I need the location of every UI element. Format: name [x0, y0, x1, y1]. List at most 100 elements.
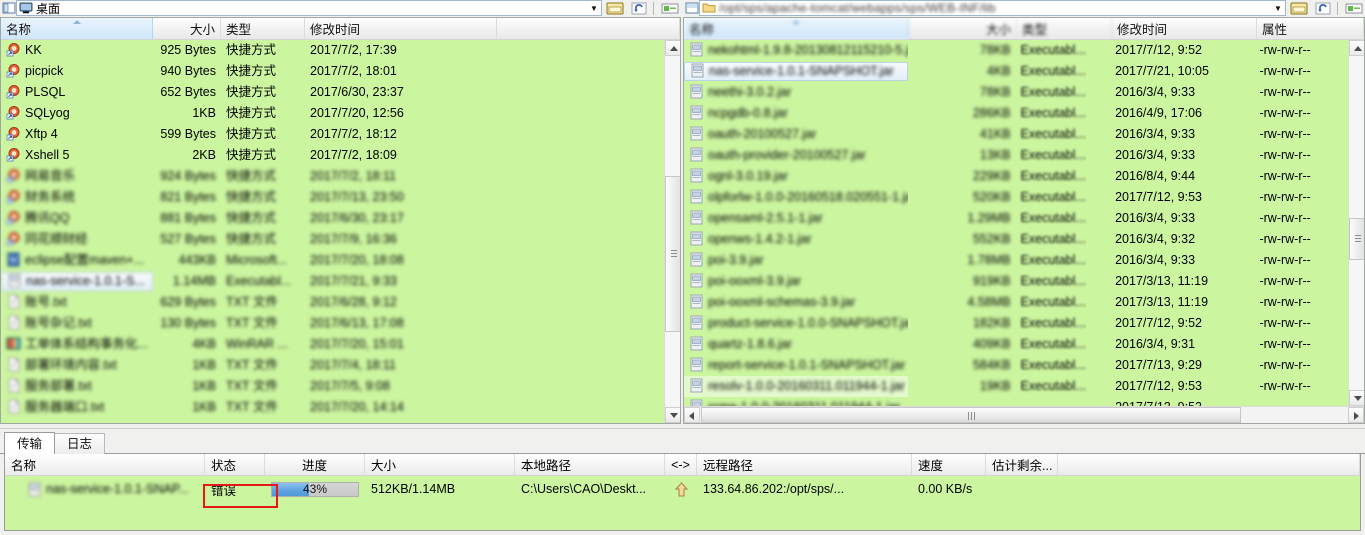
local-file-row[interactable]: Weclipse配置maven+... 443KB Microsoft... 2017… [1, 250, 680, 271]
local-pane-icon [2, 1, 16, 15]
tab-log[interactable]: 日志 [54, 433, 106, 454]
local-file-row[interactable]: 腾讯QQ 881 Bytes 快捷方式 2017/6/30, 23:17 [1, 208, 680, 229]
local-file-name-text: KK [25, 43, 42, 57]
local-rows[interactable]: KK 925 Bytes 快捷方式 2017/7/2, 17:39 picpick 940… [1, 40, 680, 423]
remote-jar-icon [689, 231, 704, 246]
remote-hscroll-left-icon[interactable] [684, 407, 700, 423]
tab-transfer[interactable]: 传输 [4, 432, 56, 454]
local-file-row[interactable]: PLSQL 652 Bytes 快捷方式 2017/6/30, 23:37 [1, 82, 680, 103]
remote-file-row[interactable]: nekohtml-1.9.8-20130812115210-5.jar 78KB E… [684, 40, 1364, 61]
remote-file-name: resolv-1.0.0-20160311.011944-1.jar [684, 376, 908, 397]
remote-file-modified: 2017/3/13, 11:19 [1115, 274, 1209, 288]
remote-col-type[interactable]: 类型 [1017, 18, 1112, 39]
local-file-row[interactable]: 财务系统 821 Bytes 快捷方式 2017/7/13, 23:50 [1, 187, 680, 208]
local-file-row[interactable]: 网易音乐 924 Bytes 快捷方式 2017/7/2, 18:11 [1, 166, 680, 187]
local-file-modified: 2017/7/13, 23:50 [310, 190, 404, 204]
remote-scroll-down-icon[interactable] [1349, 390, 1364, 406]
local-file-list[interactable]: 名称 大小 类型 修改时间 KK 925 Bytes 快捷方式 2017/7/2, 1… [0, 17, 681, 424]
local-file-row[interactable]: 服务部署.txt 1KB TXT 文件 2017/7/5, 9:08 [1, 376, 680, 397]
local-path-dropdown-icon[interactable]: ▼ [587, 4, 601, 13]
remote-col-modified[interactable]: 修改时间 [1112, 18, 1257, 39]
remote-col-name[interactable]: 名称 [684, 18, 909, 39]
local-col-type[interactable]: 类型 [221, 18, 305, 39]
remote-file-name-text: poi-ooxml-3.9.jar [708, 274, 802, 288]
local-new-folder-button[interactable] [659, 1, 681, 16]
remote-file-row[interactable]: neethi-3.0.2.jar 78KB Executabl... 2016/3/4… [684, 82, 1364, 103]
remote-file-row[interactable]: oauth-20100527.jar 41KB Executabl... 2016/3… [684, 124, 1364, 145]
queue-col-progress[interactable]: 进度 [265, 454, 365, 475]
remote-file-row[interactable]: oauth-provider-20100527.jar 13KB Executabl… [684, 145, 1364, 166]
remote-file-row[interactable]: openws-1.4.2-1.jar 552KB Executabl... 2016/… [684, 229, 1364, 250]
remote-refresh-button[interactable] [1312, 1, 1334, 16]
remote-file-row[interactable]: quartz-1.8.6.jar 409KB Executabl... 2016/3/… [684, 334, 1364, 355]
local-vertical-scrollbar[interactable] [664, 40, 680, 423]
remote-col-size[interactable]: 大小 [909, 18, 1017, 39]
remote-file-row[interactable]: poi-ooxml-schemas-3.9.jar 4.58MB Executabl… [684, 292, 1364, 313]
local-file-row[interactable]: SQLyog 1KB 快捷方式 2017/7/20, 12:56 [1, 103, 680, 124]
local-file-row[interactable]: Xshell 5 2KB 快捷方式 2017/7/2, 18:09 [1, 145, 680, 166]
remote-file-row[interactable]: opensaml-2.5.1-1.jar 1.29MB Executabl... 20… [684, 208, 1364, 229]
remote-file-list[interactable]: 名称 大小 类型 修改时间 属性 nekohtml-1.9.8-20130812… [683, 17, 1365, 424]
local-file-row[interactable]: 部署环境内容.txt 1KB TXT 文件 2017/7/4, 18:11 [1, 355, 680, 376]
local-file-row[interactable]: nas-service-1.0.1-S... 1.14MB Executabl...… [1, 271, 680, 292]
local-col-size[interactable]: 大小 [153, 18, 221, 39]
local-scroll-up-icon[interactable] [665, 40, 680, 56]
local-file-name: 账号.txt [1, 292, 153, 313]
remote-file-row[interactable]: product-service-1.0.0-SNAPSHOT.jar 182KB E… [684, 313, 1364, 334]
local-file-row[interactable]: picpick 940 Bytes 快捷方式 2017/7/2, 18:01 [1, 61, 680, 82]
local-file-row[interactable]: Xftp 4 599 Bytes 快捷方式 2017/7/2, 18:12 [1, 124, 680, 145]
local-file-modified: 2017/7/2, 18:11 [310, 169, 396, 183]
remote-vertical-scrollbar[interactable] [1348, 40, 1364, 406]
remote-new-folder-button[interactable] [1343, 1, 1365, 16]
queue-col-speed[interactable]: 速度 [912, 454, 986, 475]
transfer-direction [665, 481, 697, 497]
local-col-modified[interactable]: 修改时间 [305, 18, 497, 39]
remote-file-row[interactable]: rome-1.0.0-20160311.011944-1.jar 2017/7/1… [684, 397, 1364, 406]
remote-horizontal-scrollbar[interactable] [684, 406, 1364, 423]
local-file-row[interactable]: 工单体系结构事务化... 4KB WinRAR ... 2017/7/20, 15:0… [1, 334, 680, 355]
remote-file-row[interactable]: nas-service-1.0.1-SNAPSHOT.jar 4KB Executa… [684, 61, 1364, 82]
local-file-name-text: SQLyog [25, 106, 70, 120]
remote-open-folder-button[interactable] [1288, 1, 1310, 16]
remote-file-row[interactable]: poi-3.9.jar 1.78MB Executabl... 2016/3/4, 9… [684, 250, 1364, 271]
queue-col-local[interactable]: 本地路径 [515, 454, 665, 475]
remote-file-row[interactable]: poi-ooxml-3.9.jar 919KB Executabl... 2017/3… [684, 271, 1364, 292]
remote-file-row[interactable]: olpforlw-1.0.0-20160518.020551-1.jar 520K… [684, 187, 1364, 208]
local-address-bar: 桌面 ▼ [0, 0, 681, 16]
remote-hscroll-right-icon[interactable] [1348, 407, 1364, 423]
remote-col-attrs[interactable]: 属性 [1257, 18, 1364, 39]
remote-path-combobox[interactable]: /opt/sps/apache-tomcat/webapps/sps/WEB-I… [699, 0, 1286, 16]
local-refresh-button[interactable] [628, 1, 650, 16]
local-file-row[interactable]: 账号.txt 629 Bytes TXT 文件 2017/6/28, 9:12 [1, 292, 680, 313]
remote-file-row[interactable]: resolv-1.0.0-20160311.011944-1.jar 19KB Ex… [684, 376, 1364, 397]
local-file-row[interactable]: 账号杂记.txt 130 Bytes TXT 文件 2017/6/13, 17:08 [1, 313, 680, 334]
local-file-row[interactable]: 服务器端口.txt 1KB TXT 文件 2017/7/20, 14:14 [1, 397, 680, 418]
remote-scroll-thumb[interactable] [1349, 218, 1364, 260]
local-file-row[interactable]: 同花顺财经 527 Bytes 快捷方式 2017/7/9, 16:36 [1, 229, 680, 250]
local-col-name[interactable]: 名称 [1, 18, 153, 39]
remote-rows[interactable]: nekohtml-1.9.8-20130812115210-5.jar 78KB E… [684, 40, 1364, 406]
local-path-combobox[interactable]: 桌面 ▼ [16, 0, 602, 16]
remote-path-dropdown-icon[interactable]: ▼ [1271, 4, 1285, 13]
remote-file-name-text: product-service-1.0.0-SNAPSHOT.jar [708, 316, 908, 330]
queue-col-size[interactable]: 大小 [365, 454, 515, 475]
remote-scroll-up-icon[interactable] [1349, 40, 1364, 56]
local-open-folder-button[interactable] [604, 1, 626, 16]
queue-col-direction[interactable]: <-> [665, 454, 697, 475]
remote-hscroll-thumb[interactable] [701, 407, 1241, 423]
queue-col-name[interactable]: 名称 [5, 454, 205, 475]
remote-file-row[interactable]: report-service-1.0.1-SNAPSHOT.jar 584KB Ex… [684, 355, 1364, 376]
queue-col-status[interactable]: 状态 [205, 454, 265, 475]
local-file-row[interactable]: KK 925 Bytes 快捷方式 2017/7/2, 17:39 [1, 40, 680, 61]
local-scroll-down-icon[interactable] [665, 407, 680, 423]
local-file-modified: 2017/6/13, 17:08 [310, 316, 404, 330]
jar-icon [7, 273, 22, 288]
remote-file-type: Executabl... [1020, 106, 1086, 120]
local-scroll-thumb[interactable] [665, 176, 680, 332]
remote-jar-icon [689, 294, 704, 309]
remote-file-row[interactable]: ognl-3.0.19.jar 229KB Executabl... 2016/8/4… [684, 166, 1364, 187]
remote-file-row[interactable]: ncpgdb-0.8.jar 286KB Executabl... 2016/4/9,… [684, 103, 1364, 124]
local-file-type: TXT 文件 [226, 379, 278, 393]
queue-col-remote[interactable]: 远程路径 [697, 454, 912, 475]
queue-col-eta[interactable]: 估计剩余... [986, 454, 1058, 475]
